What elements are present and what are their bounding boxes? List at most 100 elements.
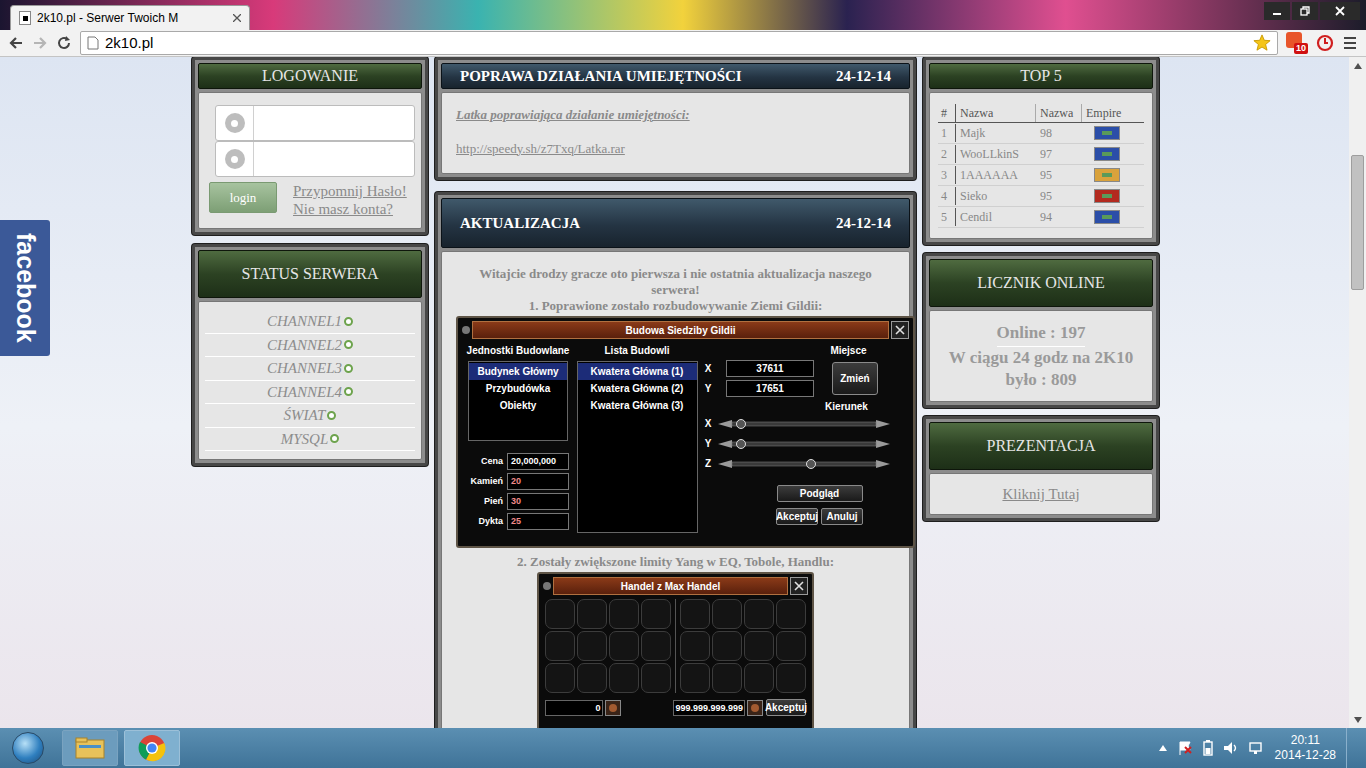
- slider-track[interactable]: [718, 438, 890, 450]
- close-window-button[interactable]: [1320, 2, 1360, 20]
- cost-value: 30: [507, 493, 569, 510]
- close-button[interactable]: [790, 577, 808, 595]
- tray-arrow-icon[interactable]: [1159, 745, 1167, 751]
- slider-knob[interactable]: [806, 459, 816, 469]
- patch-post: POPRAWA DZIAŁANIA UMIEJĘTNOŚCI24-12-14La…: [435, 57, 916, 180]
- categories-list: Budynek GłównyPrzybudówkaObiekty: [468, 361, 568, 441]
- change-button[interactable]: Zmień: [832, 362, 878, 395]
- category-item[interactable]: Budynek Główny: [469, 363, 567, 380]
- volume-icon[interactable]: [1223, 740, 1239, 756]
- taskbar-chrome[interactable]: [124, 730, 180, 766]
- scroll-thumb[interactable]: [1351, 155, 1364, 290]
- show-desktop[interactable]: [1346, 728, 1352, 768]
- close-button[interactable]: [891, 321, 909, 339]
- coord-field[interactable]: 17651: [726, 380, 814, 397]
- slider-track[interactable]: [718, 458, 890, 470]
- username-field[interactable]: [215, 105, 415, 141]
- slider-track[interactable]: [718, 418, 890, 430]
- slider-knob[interactable]: [736, 439, 746, 449]
- yang-icon[interactable]: [605, 700, 621, 716]
- trade-slot[interactable]: [776, 663, 806, 693]
- trade-slot[interactable]: [609, 663, 639, 693]
- trade-slot[interactable]: [609, 631, 639, 661]
- game-button[interactable]: Akceptuj: [776, 508, 818, 525]
- restore-button[interactable]: [1292, 2, 1318, 20]
- taskbar-explorer[interactable]: [62, 730, 118, 766]
- reload-icon[interactable]: [56, 35, 72, 51]
- category-item[interactable]: Obiekty: [469, 397, 567, 414]
- clock-time: 20:11: [1291, 733, 1320, 748]
- scroll-down-button[interactable]: [1349, 711, 1366, 728]
- game-button[interactable]: Podgląd: [777, 485, 863, 502]
- forward-icon[interactable]: [32, 35, 48, 51]
- game-button[interactable]: Akceptuj: [766, 699, 806, 716]
- place-column: MiejsceX37611Y17651ZmieńKierunekXYZPodgl…: [704, 343, 905, 533]
- slider-knob[interactable]: [736, 419, 746, 429]
- presentation-link[interactable]: Kliknij Tutaj: [1002, 483, 1079, 506]
- scroll-up-button[interactable]: [1349, 57, 1366, 74]
- trade-slot[interactable]: [712, 663, 742, 693]
- start-button[interactable]: [4, 730, 52, 766]
- bookmark-star-icon[interactable]: [1253, 34, 1271, 52]
- trade-slot[interactable]: [680, 599, 710, 629]
- name-cell: Cendil: [956, 208, 1036, 226]
- trade-slot[interactable]: [712, 631, 742, 661]
- building-item[interactable]: Kwatera Główna (3): [578, 397, 697, 414]
- trade-slot[interactable]: [776, 631, 806, 661]
- browser-tabstrip: 2k10.pl - Serwer Twoich M: [0, 0, 1366, 30]
- trade-slot[interactable]: [577, 663, 607, 693]
- rank-cell: 4: [938, 187, 956, 205]
- game-button[interactable]: Anuluj: [821, 508, 863, 525]
- my-yang-field[interactable]: 0: [545, 700, 603, 716]
- trade-slot[interactable]: [641, 599, 671, 629]
- trade-slot[interactable]: [744, 599, 774, 629]
- trade-slot[interactable]: [641, 663, 671, 693]
- coord-field[interactable]: 37611: [726, 360, 814, 377]
- building-item[interactable]: Kwatera Główna (2): [578, 380, 697, 397]
- page-viewport: LOGOWANIEloginPrzypomnij Hasło!Nie masz …: [0, 57, 1366, 728]
- trade-slot[interactable]: [744, 663, 774, 693]
- level-cell: 95: [1036, 187, 1082, 205]
- coord-row: Y 17651: [704, 380, 814, 397]
- trade-slot[interactable]: [545, 631, 575, 661]
- extension-button[interactable]: 10: [1286, 32, 1308, 54]
- browser-tab[interactable]: 2k10.pl - Serwer Twoich M: [10, 5, 250, 30]
- trade-slot[interactable]: [680, 631, 710, 661]
- trade-slot[interactable]: [641, 631, 671, 661]
- trade-slot[interactable]: [545, 599, 575, 629]
- trade-slot[interactable]: [577, 631, 607, 661]
- coord-label: Y: [704, 381, 712, 396]
- server-status-item: CHANNEL4: [205, 381, 415, 405]
- action-center-icon[interactable]: [1177, 740, 1193, 756]
- online-counter-panel: LICZNIK ONLINEOnline : 197W ciągu 24 god…: [923, 253, 1159, 408]
- password-field[interactable]: [215, 141, 415, 177]
- trade-slot[interactable]: [545, 663, 575, 693]
- battery-icon[interactable]: [1203, 740, 1213, 756]
- login-button[interactable]: login: [209, 182, 277, 213]
- trade-slot[interactable]: [712, 599, 742, 629]
- menu-icon[interactable]: [1342, 35, 1358, 51]
- trade-slot[interactable]: [776, 599, 806, 629]
- network-icon[interactable]: [1249, 740, 1265, 756]
- back-icon[interactable]: [8, 35, 24, 51]
- login-link[interactable]: Nie masz konta?: [293, 200, 407, 218]
- extension-circle-icon[interactable]: [1316, 34, 1334, 52]
- building-item[interactable]: Kwatera Główna (1): [578, 363, 697, 380]
- tab-close-icon[interactable]: [233, 14, 241, 22]
- trade-slot[interactable]: [680, 663, 710, 693]
- trade-slot[interactable]: [744, 631, 774, 661]
- address-bar[interactable]: 2k10.pl: [80, 31, 1278, 55]
- server-status-item: CHANNEL1: [205, 310, 415, 334]
- login-link[interactable]: Przypomnij Hasło!: [293, 182, 407, 200]
- clock[interactable]: 20:112014-12-28: [1275, 733, 1336, 763]
- yang-icon[interactable]: [747, 700, 763, 716]
- trade-slot[interactable]: [609, 599, 639, 629]
- minimize-button[interactable]: [1264, 2, 1290, 20]
- category-item[interactable]: Przybudówka: [469, 380, 567, 397]
- close-icon: [895, 325, 905, 335]
- server-name: CHANNEL1: [267, 310, 342, 333]
- trade-slot[interactable]: [577, 599, 607, 629]
- facebook-tab[interactable]: facebook: [0, 220, 50, 356]
- patch-link[interactable]: http://speedy.sh/z7Txq/Latka.rar: [456, 139, 895, 159]
- cost-label: Pień: [467, 495, 503, 509]
